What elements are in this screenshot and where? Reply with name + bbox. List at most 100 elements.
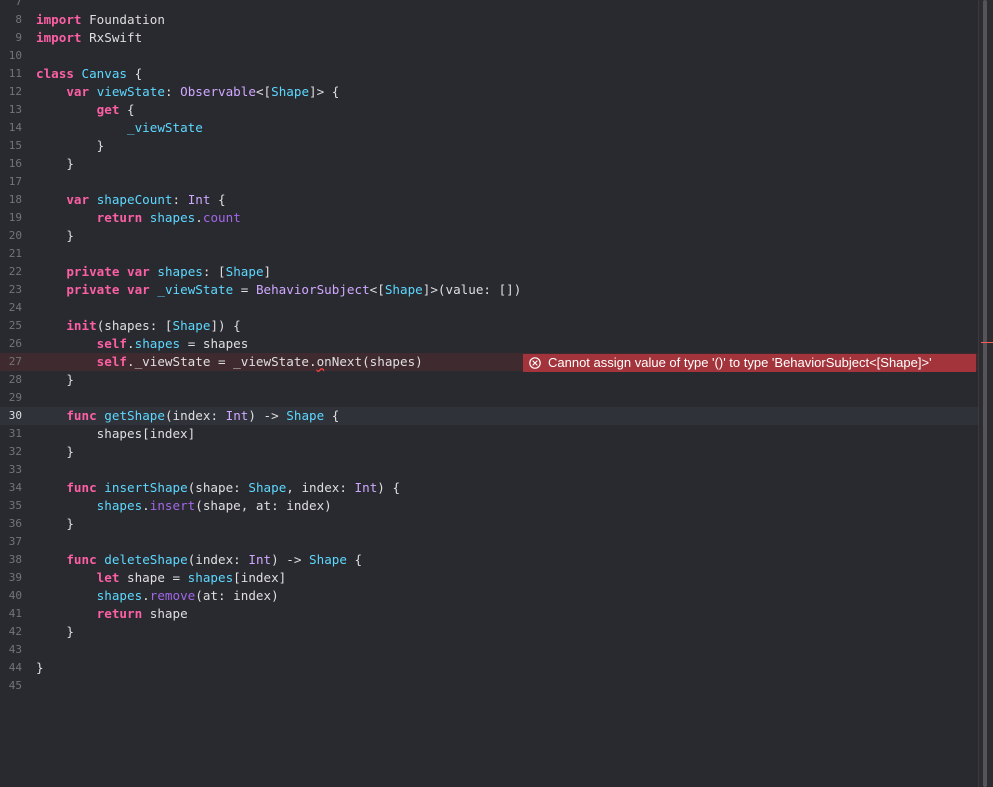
code-line[interactable]: 33 xyxy=(0,461,978,479)
code-line[interactable]: 24 xyxy=(0,299,978,317)
code-token: : xyxy=(172,192,188,207)
code-line[interactable]: 8 import Foundation xyxy=(0,11,978,29)
code-line[interactable]: 39 let shape = shapes[index] xyxy=(0,569,978,587)
code-token: remove xyxy=(149,588,196,603)
line-code: func insertShape(shape: Shape, index: In… xyxy=(36,479,400,497)
code-token: private xyxy=(66,282,120,297)
code-line[interactable]: 35 shapes.insert(shape, at: index) xyxy=(0,497,978,515)
code-editor[interactable]: 7 8 import Foundation 9 import RxSwift 10 11 cl… xyxy=(0,0,993,787)
code-line[interactable]: 22 private var shapes: [Shape] xyxy=(0,263,978,281)
line-number: 19 xyxy=(8,211,22,224)
code-token: Int xyxy=(187,192,211,207)
error-message: Cannot assign value of type '()' to type… xyxy=(548,355,932,370)
code-line[interactable]: 13 get { xyxy=(0,101,978,119)
code-token: Shape xyxy=(172,318,211,333)
code-token: ) -> xyxy=(271,552,310,567)
code-line[interactable]: 36 } xyxy=(0,515,978,533)
line-code: } xyxy=(36,623,74,641)
line-number: 25 xyxy=(8,319,22,332)
code-token: Shape xyxy=(286,408,325,423)
code-token: return xyxy=(96,210,143,225)
line-number: 38 xyxy=(8,553,22,566)
code-token: let xyxy=(96,570,120,585)
code-line[interactable]: 16 } xyxy=(0,155,978,173)
code-token: self xyxy=(96,336,128,351)
code-line[interactable]: 11 class Canvas { xyxy=(0,65,978,83)
code-token: Foundation xyxy=(81,12,165,27)
code-line[interactable]: 10 xyxy=(0,47,978,65)
line-code: shapes[index] xyxy=(36,425,196,443)
code-line[interactable]: 7 xyxy=(0,0,978,11)
code-line[interactable]: 32 } xyxy=(0,443,978,461)
line-code: shapes.remove(at: index) xyxy=(36,587,279,605)
code-line[interactable]: 12 var viewState: Observable<[Shape]> { xyxy=(0,83,978,101)
code-line[interactable]: 14 _viewState xyxy=(0,119,978,137)
line-code: import Foundation xyxy=(36,11,165,29)
code-line[interactable]: 15 } xyxy=(0,137,978,155)
code-line[interactable]: 17 xyxy=(0,173,978,191)
code-line[interactable]: 42 } xyxy=(0,623,978,641)
line-code: _viewState xyxy=(36,119,203,137)
code-line[interactable]: 26 self.shapes = shapes xyxy=(0,335,978,353)
code-line[interactable]: 31 shapes[index] xyxy=(0,425,978,443)
code-line[interactable]: 9 import RxSwift xyxy=(0,29,978,47)
code-token: BehaviorSubject xyxy=(255,282,370,297)
line-code: init(shapes: [Shape]) { xyxy=(36,317,240,335)
code-token: (at: index) xyxy=(195,588,279,603)
code-token: init xyxy=(66,318,97,333)
code-token: ) -> xyxy=(248,408,287,423)
code-line[interactable]: 38 func deleteShape(index: Int) -> Shape… xyxy=(0,551,978,569)
code-token: } xyxy=(36,624,74,639)
code-line[interactable]: 19 return shapes.count xyxy=(0,209,978,227)
code-line[interactable]: 29 xyxy=(0,389,978,407)
line-number: 42 xyxy=(8,625,22,638)
code-line[interactable]: 20 } xyxy=(0,227,978,245)
line-number: 28 xyxy=(8,373,22,386)
code-lines[interactable]: 7 8 import Foundation 9 import RxSwift 10 11 cl… xyxy=(0,0,978,695)
code-line[interactable]: 18 var shapeCount: Int { xyxy=(0,191,978,209)
line-number: 15 xyxy=(8,139,22,152)
code-line[interactable]: 23 private var _viewState = BehaviorSubj… xyxy=(0,281,978,299)
code-line[interactable]: 21 xyxy=(0,245,978,263)
vertical-scrollbar[interactable] xyxy=(978,0,993,787)
line-number: 21 xyxy=(8,247,22,260)
line-number: 33 xyxy=(8,463,22,476)
code-token: Shape xyxy=(225,264,264,279)
code-line[interactable]: 44} xyxy=(0,659,978,677)
code-line[interactable]: 45 xyxy=(0,677,978,695)
code-line[interactable]: 41 return shape xyxy=(0,605,978,623)
code-token: var xyxy=(66,192,90,207)
line-number: 18 xyxy=(8,193,22,206)
error-annotation[interactable]: Cannot assign value of type '()' to type… xyxy=(523,354,976,372)
code-token: { xyxy=(119,102,135,117)
code-line[interactable]: 34 func insertShape(shape: Shape, index:… xyxy=(0,479,978,497)
code-token: return xyxy=(96,606,143,621)
line-code: func deleteShape(index: Int) -> Shape { xyxy=(36,551,362,569)
line-number: 12 xyxy=(8,85,22,98)
scroll-thumb[interactable] xyxy=(983,0,987,787)
code-token: Shape xyxy=(271,84,310,99)
code-line[interactable]: 28 } xyxy=(0,371,978,389)
line-code: private var _viewState = BehaviorSubject… xyxy=(36,281,521,299)
line-number: 13 xyxy=(8,103,22,116)
code-line[interactable]: 37 xyxy=(0,533,978,551)
code-line[interactable]: 25 init(shapes: [Shape]) { xyxy=(0,317,978,335)
code-token: . xyxy=(142,588,150,603)
line-code: let shape = shapes[index] xyxy=(36,569,287,587)
code-line[interactable]: 40 shapes.remove(at: index) xyxy=(0,587,978,605)
code-token: } xyxy=(36,660,44,675)
code-token: _viewState xyxy=(127,120,203,135)
code-token: ]> { xyxy=(309,84,340,99)
line-number: 44 xyxy=(8,661,22,674)
code-token: (index: xyxy=(187,552,249,567)
code-line[interactable]: 43 xyxy=(0,641,978,659)
code-token: nNext(shapes) xyxy=(324,354,423,369)
code-line-current[interactable]: 30 func getShape(index: Int) -> Shape { xyxy=(0,407,978,425)
line-code: } xyxy=(36,659,44,677)
code-token: private xyxy=(66,264,120,279)
